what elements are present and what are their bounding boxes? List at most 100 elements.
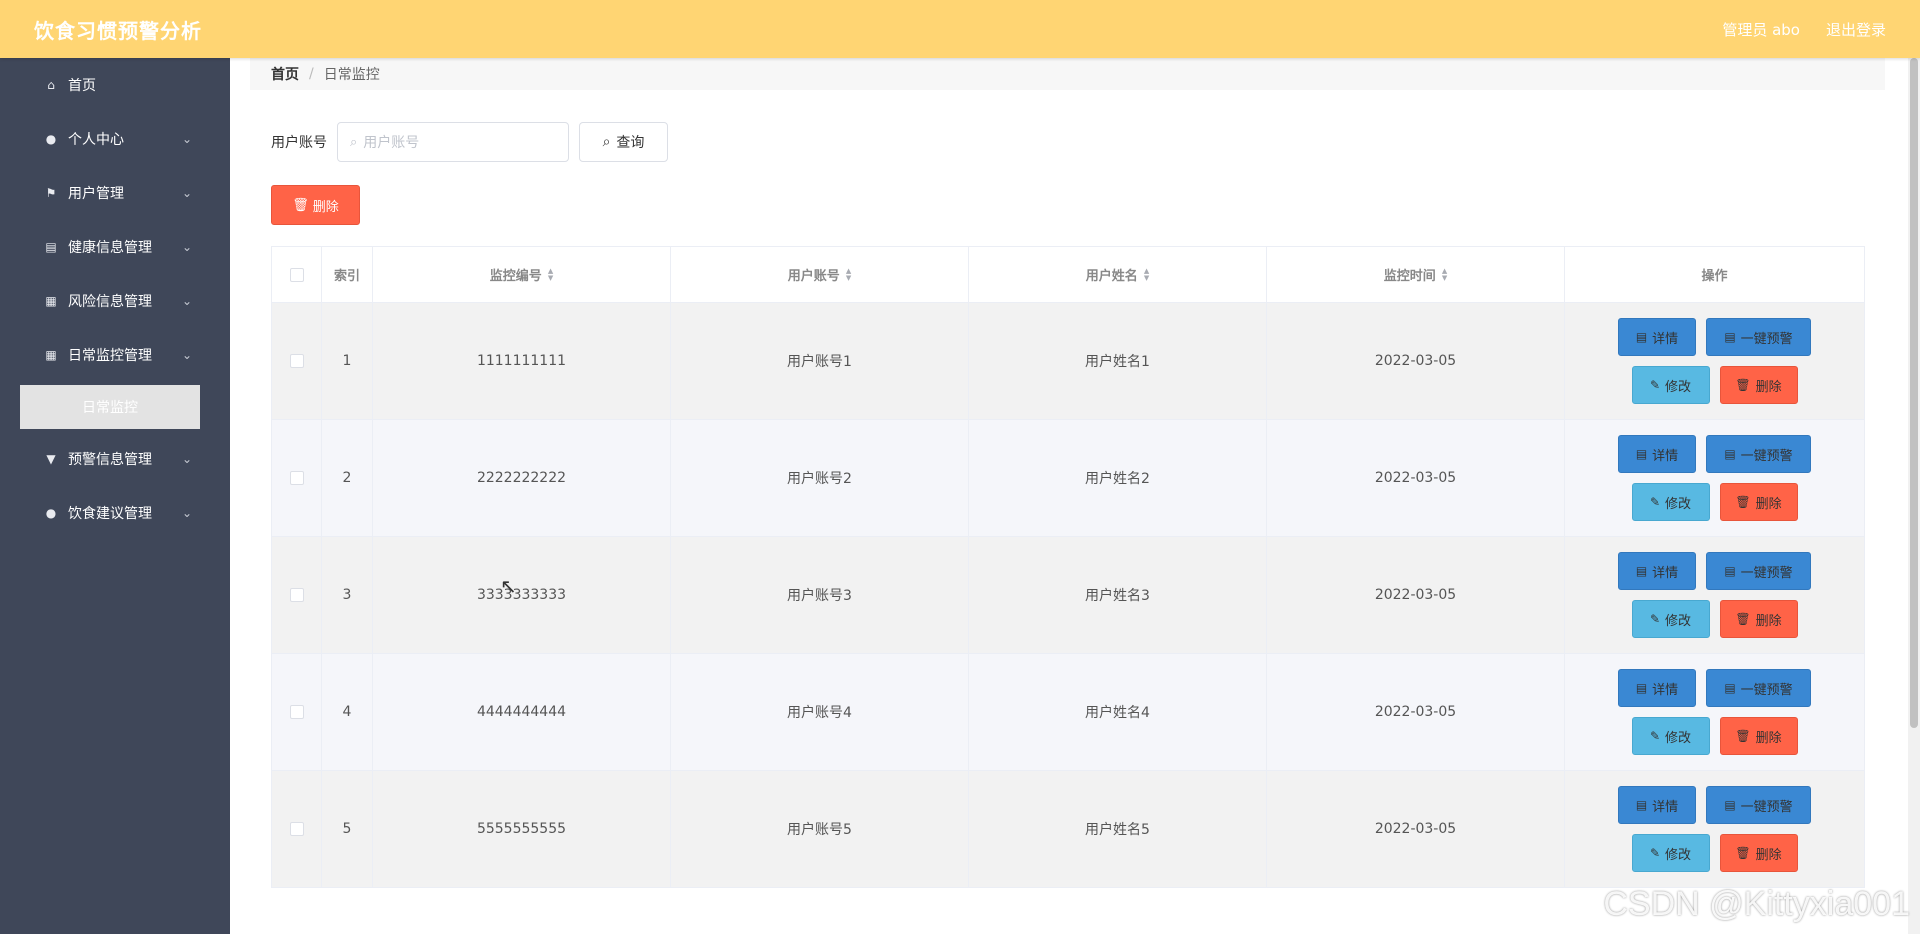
trash-icon: 🗑	[1735, 495, 1751, 509]
page-scrollbar[interactable]	[1908, 58, 1920, 934]
edit-button[interactable]: ✎ 修改	[1631, 366, 1710, 404]
search-placeholder: 用户账号	[363, 135, 420, 151]
edit-button[interactable]: ✎ 修改	[1631, 483, 1710, 521]
header-monitor-no[interactable]: 监控编号 ▲ ▼	[373, 247, 671, 303]
detail-label: 详情	[1652, 448, 1679, 464]
edit-label: 修改	[1665, 847, 1692, 863]
edit-button[interactable]: ✎ 修改	[1631, 600, 1710, 638]
edit-label: 修改	[1665, 496, 1692, 512]
one-click-warn-button[interactable]: ▤ 一键预警	[1706, 318, 1811, 356]
cell-monitor-no: 5555555555	[373, 771, 671, 888]
one-click-warn-button[interactable]: ▤ 一键预警	[1706, 435, 1811, 473]
sidebar-item-0[interactable]: ⌂ 首页	[0, 58, 230, 112]
table-header: 索引 监控编号 ▲ ▼ 用户账号 ▲ ▼ 用户姓名 ▲ ▼ 监控时间 ▲ ▼ 操作	[272, 247, 1865, 303]
sort-icon[interactable]: ▲ ▼	[548, 267, 553, 282]
select-all-checkbox[interactable]	[289, 267, 304, 282]
admin-user-label: 管理员 abo	[1722, 20, 1800, 39]
warn-label: 一键预警	[1740, 448, 1793, 464]
sort-icon[interactable]: ▲ ▼	[1442, 267, 1447, 282]
breadcrumb-home[interactable]: 首页	[271, 64, 299, 84]
one-click-warn-button[interactable]: ▤ 一键预警	[1706, 786, 1811, 824]
header-index-label: 索引	[333, 269, 360, 284]
one-click-warn-button[interactable]: ▤ 一键预警	[1706, 669, 1811, 707]
cell-time: 2022-03-05	[1267, 537, 1565, 654]
row-checkbox[interactable]	[289, 471, 304, 485]
sort-icon[interactable]: ▲ ▼	[846, 267, 851, 282]
cell-monitor-no: 1111111111	[373, 303, 671, 420]
delete-button[interactable]: 🗑 删除	[1719, 483, 1798, 521]
edit-icon: ✎	[1649, 729, 1661, 743]
cell-index: 3	[322, 537, 373, 654]
monitor-table: 索引 监控编号 ▲ ▼ 用户账号 ▲ ▼ 用户姓名 ▲ ▼ 监控时间 ▲ ▼ 操作 1 11111…	[271, 246, 1865, 888]
header-time[interactable]: 监控时间 ▲ ▼	[1267, 247, 1565, 303]
detail-button[interactable]: ▤ 详情	[1618, 786, 1696, 824]
delete-label: 删除	[1755, 496, 1782, 512]
sort-icon[interactable]: ▲ ▼	[1144, 267, 1149, 282]
sidebar-item-6[interactable]: ▼ 预警信息管理 ⌄	[0, 432, 230, 486]
cell-index: 2	[322, 420, 373, 537]
delete-button[interactable]: 🗑 删除	[1719, 600, 1798, 638]
sidebar-item-7[interactable]: ● 饮食建议管理 ⌄	[0, 486, 230, 540]
row-checkbox[interactable]	[289, 705, 304, 719]
row-checkbox[interactable]	[289, 822, 304, 836]
cell-account: 用户账号2	[671, 420, 969, 537]
sidebar-item-3[interactable]: ▤ 健康信息管理 ⌄	[0, 220, 230, 274]
detail-button[interactable]: ▤ 详情	[1618, 318, 1696, 356]
row-checkbox-cell	[272, 537, 322, 654]
one-click-warn-button[interactable]: ▤ 一键预警	[1706, 552, 1811, 590]
header-checkbox-cell	[272, 247, 322, 303]
cell-index: 5	[322, 771, 373, 888]
scrollbar-thumb[interactable]	[1910, 58, 1918, 728]
user-icon: ●	[45, 132, 57, 146]
delete-button[interactable]: 🗑 删除	[1719, 366, 1798, 404]
header-monitor-no-label: 监控编号	[489, 269, 542, 284]
delete-label: 删除	[1755, 730, 1782, 746]
document-icon: ▤	[1724, 798, 1736, 812]
header-account-label: 用户账号	[787, 269, 840, 284]
sidebar-item-2[interactable]: ⚑ 用户管理 ⌄	[0, 166, 230, 220]
edit-button[interactable]: ✎ 修改	[1631, 834, 1710, 872]
document-icon: ▤	[1635, 564, 1648, 578]
breadcrumb-current: 日常监控	[323, 67, 380, 83]
cell-time: 2022-03-05	[1267, 420, 1565, 537]
logout-link[interactable]: 退出登录	[1826, 19, 1886, 40]
edit-label: 修改	[1665, 730, 1692, 746]
main-content: 首页 / 日常监控 用户账号 ⌕ 用户账号 ⌕ 查询 🗑 删除 索引 监控编号 ▲…	[230, 58, 1920, 934]
delete-label: 删除	[1755, 613, 1782, 629]
sidebar-item-label: 日常监控管理	[68, 348, 152, 364]
delete-label: 删除	[1755, 379, 1782, 395]
row-checkbox[interactable]	[289, 354, 304, 368]
row-checkbox[interactable]	[289, 588, 304, 602]
row-checkbox-cell	[272, 771, 322, 888]
home-icon: ⌂	[47, 78, 55, 92]
delete-button[interactable]: 🗑 删除	[1719, 834, 1798, 872]
table-row: 4 4444444444 用户账号4 用户姓名4 2022-03-05 ▤ 详情 ▤ 一键预警 ✎…	[272, 654, 1865, 771]
account-search-input[interactable]: ⌕ 用户账号	[337, 122, 569, 162]
header-account[interactable]: 用户账号 ▲ ▼	[671, 247, 969, 303]
cell-index: 4	[322, 654, 373, 771]
header-time-label: 监控时间	[1383, 269, 1436, 284]
delete-button[interactable]: 🗑 删除	[1719, 717, 1798, 755]
detail-button[interactable]: ▤ 详情	[1618, 552, 1696, 590]
sidebar: ⌂ 首页 ● 个人中心 ⌄ ⚑ 用户管理 ⌄ ▤ 健康信息管理 ⌄ ▦ 风险信息管理 ⌄ ▦ 日常监控管理 ⌄ 日…	[0, 58, 230, 934]
document-icon: ▤	[1635, 798, 1648, 812]
header-ops-label: 操作	[1701, 269, 1728, 284]
grid-icon: ▦	[45, 348, 57, 362]
cell-account: 用户账号5	[671, 771, 969, 888]
top-bar: 饮食习惯预警分析 管理员 abo 退出登录	[0, 0, 1920, 58]
sidebar-item-4[interactable]: ▦ 风险信息管理 ⌄	[0, 274, 230, 328]
clipboard-icon: ▤	[45, 240, 57, 254]
edit-button[interactable]: ✎ 修改	[1631, 717, 1710, 755]
sidebar-subitem-daily-monitor[interactable]: 日常监控	[20, 385, 200, 429]
warn-label: 一键预警	[1740, 331, 1793, 347]
header-name[interactable]: 用户姓名 ▲ ▼	[969, 247, 1267, 303]
detail-label: 详情	[1652, 331, 1679, 347]
query-button[interactable]: ⌕ 查询	[579, 122, 668, 162]
detail-button[interactable]: ▤ 详情	[1618, 669, 1696, 707]
trash-icon: 🗑	[1735, 378, 1751, 392]
detail-button[interactable]: ▤ 详情	[1618, 435, 1696, 473]
bulk-delete-button[interactable]: 🗑 删除	[271, 185, 360, 225]
sidebar-item-1[interactable]: ● 个人中心 ⌄	[0, 112, 230, 166]
sidebar-item-5[interactable]: ▦ 日常监控管理 ⌄	[0, 328, 230, 382]
table-row: 1 1111111111 用户账号1 用户姓名1 2022-03-05 ▤ 详情 ▤ 一键预警 ✎…	[272, 303, 1865, 420]
